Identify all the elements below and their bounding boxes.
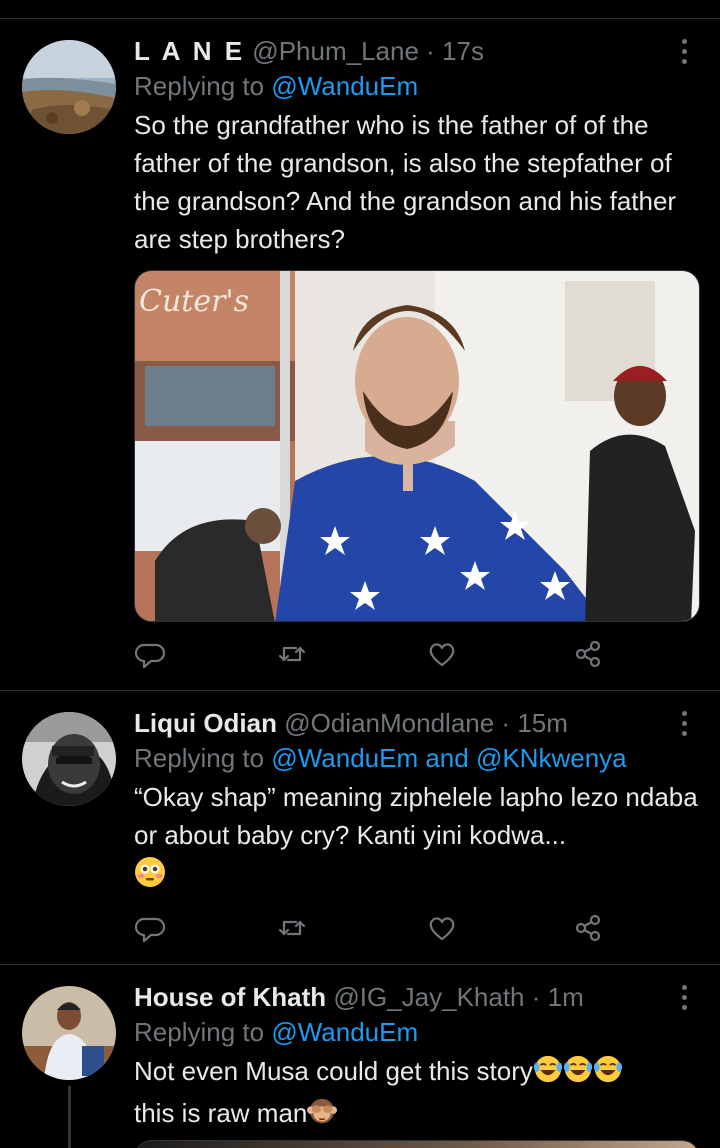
heart-icon[interactable] [426,912,462,948]
see-no-evil-monkey-emoji [307,1096,338,1136]
tweet-text: “Okay shap” meaning ziphelele lapho lezo… [134,778,698,898]
display-name[interactable]: House of Khath [134,982,326,1012]
more-options-icon[interactable] [670,34,698,68]
more-options-icon[interactable] [670,706,698,740]
reply-mention[interactable]: @WanduEm and @KNkwenya [271,743,626,773]
handle[interactable]: @Phum_Lane [252,36,419,66]
retweet-icon[interactable] [276,912,312,948]
display-name[interactable]: Liqui Odian [134,708,277,738]
separator: · [418,36,443,66]
reply-icon[interactable] [134,638,170,674]
replying-label: Replying to [134,743,272,773]
laughing-tears-emoji [533,1054,563,1094]
laughing-tears-emoji [563,1054,593,1094]
laughing-tears-emoji [593,1054,623,1094]
heart-icon[interactable] [426,638,462,674]
separator: · [494,708,518,738]
timestamp[interactable]: 15m [517,708,568,738]
tweet-divider [0,964,720,965]
tweet-header: L A N E @Phum_Lane · 17s [134,34,698,68]
retweet-icon[interactable] [276,638,312,674]
avatar-image [22,712,116,806]
reply-mention[interactable]: @WanduEm [271,71,418,101]
avatar[interactable] [22,712,116,806]
separator: · [524,982,548,1012]
handle[interactable]: @OdianMondlane [284,708,494,738]
reply-mention[interactable]: @WanduEm [271,1017,418,1047]
tweet-text-line-2: this is raw man [134,1098,308,1128]
replying-to: Replying to @WanduEm [134,68,698,104]
tweet-header: Liqui Odian @OdianMondlane · 15m [134,706,698,740]
media-image: Cuter's [135,271,699,621]
display-name[interactable]: L A N E [134,36,245,66]
timestamp[interactable]: 1m [548,982,584,1012]
replying-label: Replying to [134,71,272,101]
tweet-text-line-1: Not even Musa could get this story [134,1056,533,1086]
tweet-text-body: “Okay shap” meaning ziphelele lapho lezo… [134,782,698,850]
tweet-header: House of Khath @IG_Jay_Khath · 1m [134,980,698,1014]
tweet-actions [134,638,614,674]
timestamp[interactable]: 17s [442,36,484,66]
tweet-text: So the grandfather who is the father of … [134,110,677,254]
flushed-face-emoji [134,856,698,898]
share-icon[interactable] [572,638,608,674]
tweet-media-preview[interactable] [134,1140,700,1148]
storefront-sign: Cuter's [139,284,249,319]
handle[interactable]: @IG_Jay_Khath [333,982,524,1012]
replying-to: Replying to @WanduEm and @KNkwenya [134,740,698,776]
avatar-image [22,986,116,1080]
replying-to: Replying to @WanduEm [134,1014,698,1050]
avatar[interactable] [22,986,116,1080]
share-icon[interactable] [572,912,608,948]
thread-line [68,1086,71,1148]
tweet-media[interactable]: Cuter's [134,270,700,622]
tweet-text: Not even Musa could get this story this … [134,1052,698,1136]
reply-icon[interactable] [134,912,170,948]
replying-label: Replying to [134,1017,272,1047]
more-options-icon[interactable] [670,980,698,1014]
avatar-image [22,40,116,134]
tweet-actions [134,912,614,948]
avatar[interactable] [22,40,116,134]
top-divider [0,18,720,19]
tweet-divider [0,690,720,691]
